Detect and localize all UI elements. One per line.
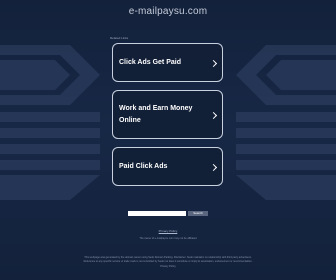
owner-notice: The owner of e-mailpaysu.com may not be … xyxy=(139,237,197,240)
related-link-paid-click-ads[interactable]: Paid Click Ads xyxy=(112,147,223,186)
footer-privacy-link[interactable]: Privacy Policy xyxy=(0,265,336,268)
search-button[interactable]: Search xyxy=(188,211,208,216)
privacy-policy-link[interactable]: Privacy Policy xyxy=(0,229,336,233)
chevron-right-icon xyxy=(209,163,218,172)
related-link-click-ads-get-paid[interactable]: Click Ads Get Paid xyxy=(112,43,223,82)
related-links-label: Related Links xyxy=(110,36,129,40)
search-input[interactable] xyxy=(128,211,186,216)
related-link-work-and-earn-money-online[interactable]: Work and Earn Money Online xyxy=(112,90,223,139)
domain-title[interactable]: e-mailpaysu.com xyxy=(0,6,336,17)
disclaimer-text: This webpage was generated by the domain… xyxy=(84,256,252,259)
related-link-label: Paid Click Ads xyxy=(119,163,168,170)
chevron-right-icon xyxy=(209,111,218,120)
related-link-label: Click Ads Get Paid xyxy=(119,59,181,66)
related-link-label: Work and Earn Money Online xyxy=(119,105,193,124)
chevron-right-icon xyxy=(209,59,218,68)
disclaimer-text: Reference to any specific service or tra… xyxy=(83,260,253,263)
